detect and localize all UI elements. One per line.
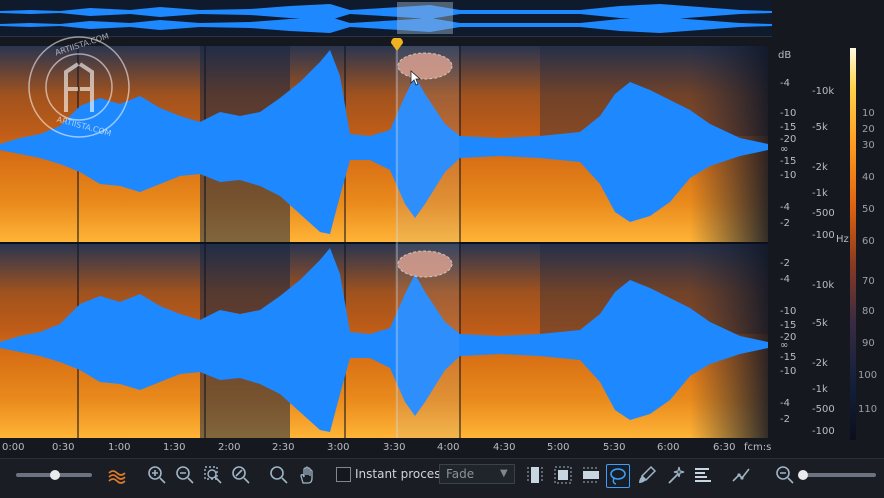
db-label: -15 — [780, 320, 797, 331]
time-tick-label: 0:00 — [2, 442, 25, 453]
zoom-fit-icon[interactable] — [230, 464, 252, 486]
time-tick-label: 3:00 — [327, 442, 350, 453]
freq-unit-label: Hz — [836, 234, 849, 245]
freq-label: -10k — [812, 280, 835, 291]
colorbar-label: 110 — [858, 404, 878, 415]
zoom-out-icon[interactable] — [174, 464, 196, 486]
instant-process-label: Instant process — [355, 467, 447, 481]
colorbar-label: 50 — [862, 204, 875, 215]
db-label: -2 — [780, 258, 790, 269]
magic-wand-icon[interactable] — [664, 464, 686, 486]
lasso-icon[interactable] — [606, 464, 630, 488]
freq-label: -500 — [812, 208, 835, 219]
colorbar-label: 90 — [862, 338, 875, 349]
overview-right-panel — [772, 0, 884, 36]
colorbar-label: 60 — [862, 236, 875, 247]
waveform-spectrogram-slider-thumb[interactable] — [50, 470, 60, 480]
colorbar-label: 70 — [862, 276, 875, 287]
db-label: -10 — [780, 366, 797, 377]
magnify-icon[interactable] — [268, 464, 290, 486]
time-tick-label: 2:00 — [218, 442, 241, 453]
colorbar-label: 20 — [862, 124, 875, 135]
freq-label: -5k — [812, 122, 828, 133]
hand-icon[interactable] — [296, 464, 318, 486]
chevron-down-icon: ▼ — [500, 468, 508, 479]
db-label: -10 — [780, 108, 797, 119]
zoom-slider-thumb[interactable] — [798, 470, 808, 480]
time-selection-icon[interactable] — [524, 464, 546, 486]
freq-label: -5k — [812, 318, 828, 329]
db-label: dB — [778, 50, 792, 61]
time-tick-label: 0:30 — [52, 442, 75, 453]
pencil-icon[interactable] — [730, 464, 752, 486]
time-tick-label: 5:30 — [603, 442, 626, 453]
freq-label: -2k — [812, 358, 828, 369]
time-tick-label: 3:30 — [383, 442, 406, 453]
brush-icon[interactable] — [636, 464, 658, 486]
freq-label: -100 — [812, 230, 835, 241]
db-label: -15 — [780, 156, 797, 167]
db-label: -15 — [780, 352, 797, 363]
colorbar-label: 10 — [862, 108, 875, 119]
db-label: -4 — [780, 398, 790, 409]
freq-label: -100 — [812, 426, 835, 437]
zoom-in-icon[interactable] — [146, 464, 168, 486]
zoom-slider[interactable] — [800, 473, 876, 477]
overview-viewport — [397, 2, 453, 34]
freq-label: -10k — [812, 86, 835, 97]
db-label: -10 — [780, 306, 797, 317]
time-unit-label: fcm:s — [744, 442, 772, 453]
colorbar-label: 30 — [862, 140, 875, 151]
waveform-toggle-icon[interactable] — [106, 464, 128, 486]
time-tick-label: 4:30 — [493, 442, 516, 453]
colorbar-label: 100 — [858, 370, 878, 381]
frequency-selection-icon[interactable] — [580, 464, 602, 486]
db-label: -10 — [780, 170, 797, 181]
waveform-overview[interactable] — [0, 0, 772, 37]
lasso-selection-1 — [397, 52, 453, 80]
db-label: -4 — [780, 78, 790, 89]
db-label: -4 — [780, 274, 790, 285]
freq-label: -1k — [812, 188, 828, 199]
freq-label: -500 — [812, 404, 835, 415]
db-label: ∞ — [780, 144, 789, 155]
db-label: -2 — [780, 218, 790, 229]
spectrogram-colorbar — [850, 48, 856, 440]
time-tick-label: 1:00 — [108, 442, 131, 453]
zoom-selection-icon[interactable] — [202, 464, 224, 486]
zoom-icon[interactable] — [774, 464, 796, 486]
db-label: -15 — [780, 122, 797, 133]
time-tick-label: 6:30 — [713, 442, 736, 453]
time-tick-label: 6:00 — [657, 442, 680, 453]
db-label: -2 — [780, 414, 790, 425]
watermark-logo: ARTIISTA.COM ARTIISTA.COM — [26, 32, 132, 140]
freq-label: -1k — [812, 384, 828, 395]
mouse-cursor-icon — [410, 70, 422, 86]
db-label: -4 — [780, 202, 790, 213]
time-tick-label: 5:00 — [547, 442, 570, 453]
colorbar-label: 40 — [862, 172, 875, 183]
playhead-marker[interactable] — [390, 38, 404, 52]
time-tick-label: 2:30 — [272, 442, 295, 453]
db-label: ∞ — [780, 340, 789, 351]
harmonic-selection-icon[interactable] — [692, 464, 714, 486]
time-selection-region — [395, 46, 459, 438]
time-frequency-selection-icon[interactable] — [552, 464, 574, 486]
lasso-selection-2 — [397, 250, 453, 278]
time-tick-label: 4:00 — [437, 442, 460, 453]
freq-label: -2k — [812, 162, 828, 173]
colorbar-label: 80 — [862, 306, 875, 317]
time-tick-label: 1:30 — [163, 442, 186, 453]
instant-process-checkbox[interactable] — [336, 467, 351, 482]
